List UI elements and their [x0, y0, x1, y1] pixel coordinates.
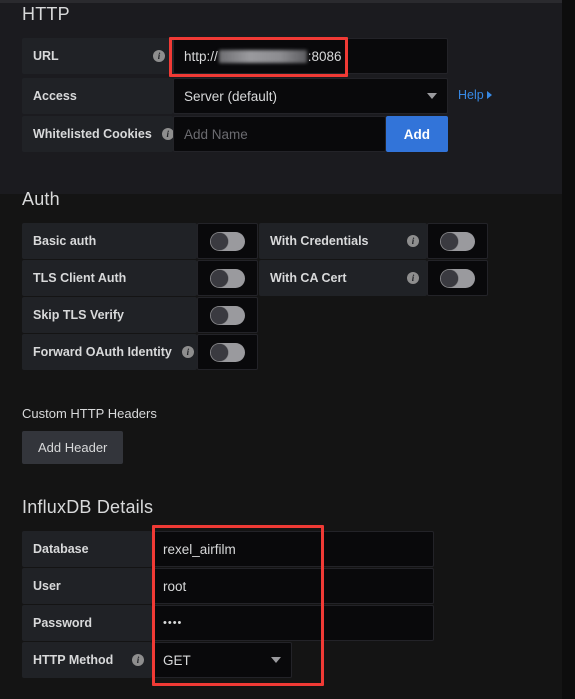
skip-tls-verify-label: Skip TLS Verify — [22, 297, 197, 333]
skip-tls-verify-toggle[interactable] — [210, 305, 245, 325]
redacted-host — [218, 49, 307, 63]
page-right-edge — [562, 0, 575, 699]
url-value: http:// :8086 — [184, 49, 342, 64]
basic-auth-label-text: Basic auth — [33, 234, 97, 248]
access-label-text: Access — [33, 89, 77, 103]
forward-oauth-identity-label-text: Forward OAuth Identity — [33, 345, 172, 359]
whitelisted-cookies-label: Whitelisted Cookies i — [22, 116, 174, 152]
whitelisted-cookies-row: Whitelisted Cookies i Add Name Add — [22, 116, 448, 152]
user-value: root — [163, 578, 187, 594]
add-cookie-button[interactable]: Add — [385, 116, 448, 152]
http-method-label: HTTP Method i — [22, 642, 152, 678]
forward-oauth-identity-row: Forward OAuth Identity i — [22, 334, 258, 370]
password-label: Password — [22, 605, 152, 641]
info-icon[interactable]: i — [407, 235, 419, 247]
skip-tls-verify-row: Skip TLS Verify — [22, 297, 258, 333]
toggle-knob — [211, 306, 228, 324]
with-ca-cert-row: With CA Cert i — [259, 260, 488, 296]
info-icon[interactable]: i — [161, 128, 174, 140]
database-row: Database rexel_airfilm — [22, 531, 434, 567]
database-label: Database — [22, 531, 152, 567]
toggle-knob — [211, 343, 228, 361]
with-ca-cert-label-text: With CA Cert — [270, 271, 347, 285]
skip-tls-verify-toggle-box[interactable] — [197, 297, 258, 333]
info-icon[interactable]: i — [181, 346, 194, 358]
basic-auth-toggle-box[interactable] — [197, 223, 258, 259]
cookie-name-input[interactable]: Add Name — [173, 116, 386, 152]
access-row: Access Server (default) — [22, 78, 448, 114]
chevron-right-icon — [486, 91, 492, 99]
url-label: URL i — [22, 38, 173, 74]
chevron-down-icon — [427, 93, 437, 99]
url-row: URL i http:// :8086 — [22, 38, 448, 74]
forward-oauth-identity-label: Forward OAuth Identity i — [22, 334, 197, 370]
http-method-value: GET — [163, 652, 191, 668]
tls-client-auth-row: TLS Client Auth — [22, 260, 258, 296]
http-method-select[interactable]: GET — [152, 642, 292, 678]
user-input[interactable]: root — [152, 568, 434, 604]
password-value: •••• — [163, 617, 183, 629]
info-icon[interactable]: i — [407, 272, 419, 284]
user-row: User root — [22, 568, 434, 604]
user-label: User — [22, 568, 152, 604]
http-method-label-text: HTTP Method — [33, 653, 114, 667]
tls-client-auth-toggle[interactable] — [210, 268, 245, 288]
info-icon[interactable]: i — [132, 654, 144, 666]
settings-content: HTTP URL i http:// :8086 Access Server (… — [0, 0, 562, 699]
url-input[interactable]: http:// :8086 — [173, 38, 448, 74]
help-link-label: Help — [458, 88, 484, 102]
password-label-text: Password — [33, 616, 93, 630]
forward-oauth-identity-toggle[interactable] — [210, 342, 245, 362]
with-credentials-toggle-box[interactable] — [427, 223, 488, 259]
with-credentials-toggle[interactable] — [440, 231, 475, 251]
chevron-down-icon — [271, 657, 281, 663]
toggle-knob — [441, 269, 458, 287]
url-scheme: http:// — [184, 48, 218, 64]
basic-auth-row: Basic auth — [22, 223, 258, 259]
database-input[interactable]: rexel_airfilm — [152, 531, 434, 567]
database-label-text: Database — [33, 542, 89, 556]
url-port: :8086 — [307, 48, 342, 64]
custom-http-headers-heading: Custom HTTP Headers — [22, 406, 157, 421]
datasource-settings-page: HTTP URL i http:// :8086 Access Server (… — [0, 0, 575, 699]
tls-client-auth-label-text: TLS Client Auth — [33, 271, 127, 285]
tls-client-auth-label: TLS Client Auth — [22, 260, 197, 296]
http-method-row: HTTP Method i GET — [22, 642, 292, 678]
info-icon[interactable]: i — [153, 50, 165, 62]
cookie-name-placeholder: Add Name — [184, 126, 248, 142]
access-label: Access — [22, 78, 173, 114]
forward-oauth-identity-toggle-box[interactable] — [197, 334, 258, 370]
access-select-value: Server (default) — [184, 88, 278, 104]
password-row: Password •••• — [22, 605, 434, 641]
whitelisted-cookies-label-text: Whitelisted Cookies — [33, 127, 152, 141]
with-credentials-row: With Credentials i — [259, 223, 488, 259]
influxdb-details-heading: InfluxDB Details — [22, 497, 154, 517]
auth-section-heading: Auth — [22, 189, 60, 209]
tls-client-auth-toggle-box[interactable] — [197, 260, 258, 296]
toggle-knob — [441, 232, 458, 250]
basic-auth-toggle[interactable] — [210, 231, 245, 251]
password-input[interactable]: •••• — [152, 605, 434, 641]
with-credentials-label-text: With Credentials — [270, 234, 369, 248]
skip-tls-verify-label-text: Skip TLS Verify — [33, 308, 125, 322]
basic-auth-label: Basic auth — [22, 223, 197, 259]
help-link[interactable]: Help — [458, 88, 492, 102]
add-header-button[interactable]: Add Header — [22, 431, 124, 464]
access-select[interactable]: Server (default) — [173, 78, 448, 114]
http-section-heading: HTTP — [22, 4, 70, 24]
with-ca-cert-toggle-box[interactable] — [427, 260, 488, 296]
toggle-knob — [211, 269, 228, 287]
url-label-text: URL — [33, 49, 59, 63]
with-ca-cert-label: With CA Cert i — [259, 260, 427, 296]
user-label-text: User — [33, 579, 61, 593]
database-value: rexel_airfilm — [163, 541, 236, 557]
toggle-knob — [211, 232, 228, 250]
with-credentials-label: With Credentials i — [259, 223, 427, 259]
with-ca-cert-toggle[interactable] — [440, 268, 475, 288]
